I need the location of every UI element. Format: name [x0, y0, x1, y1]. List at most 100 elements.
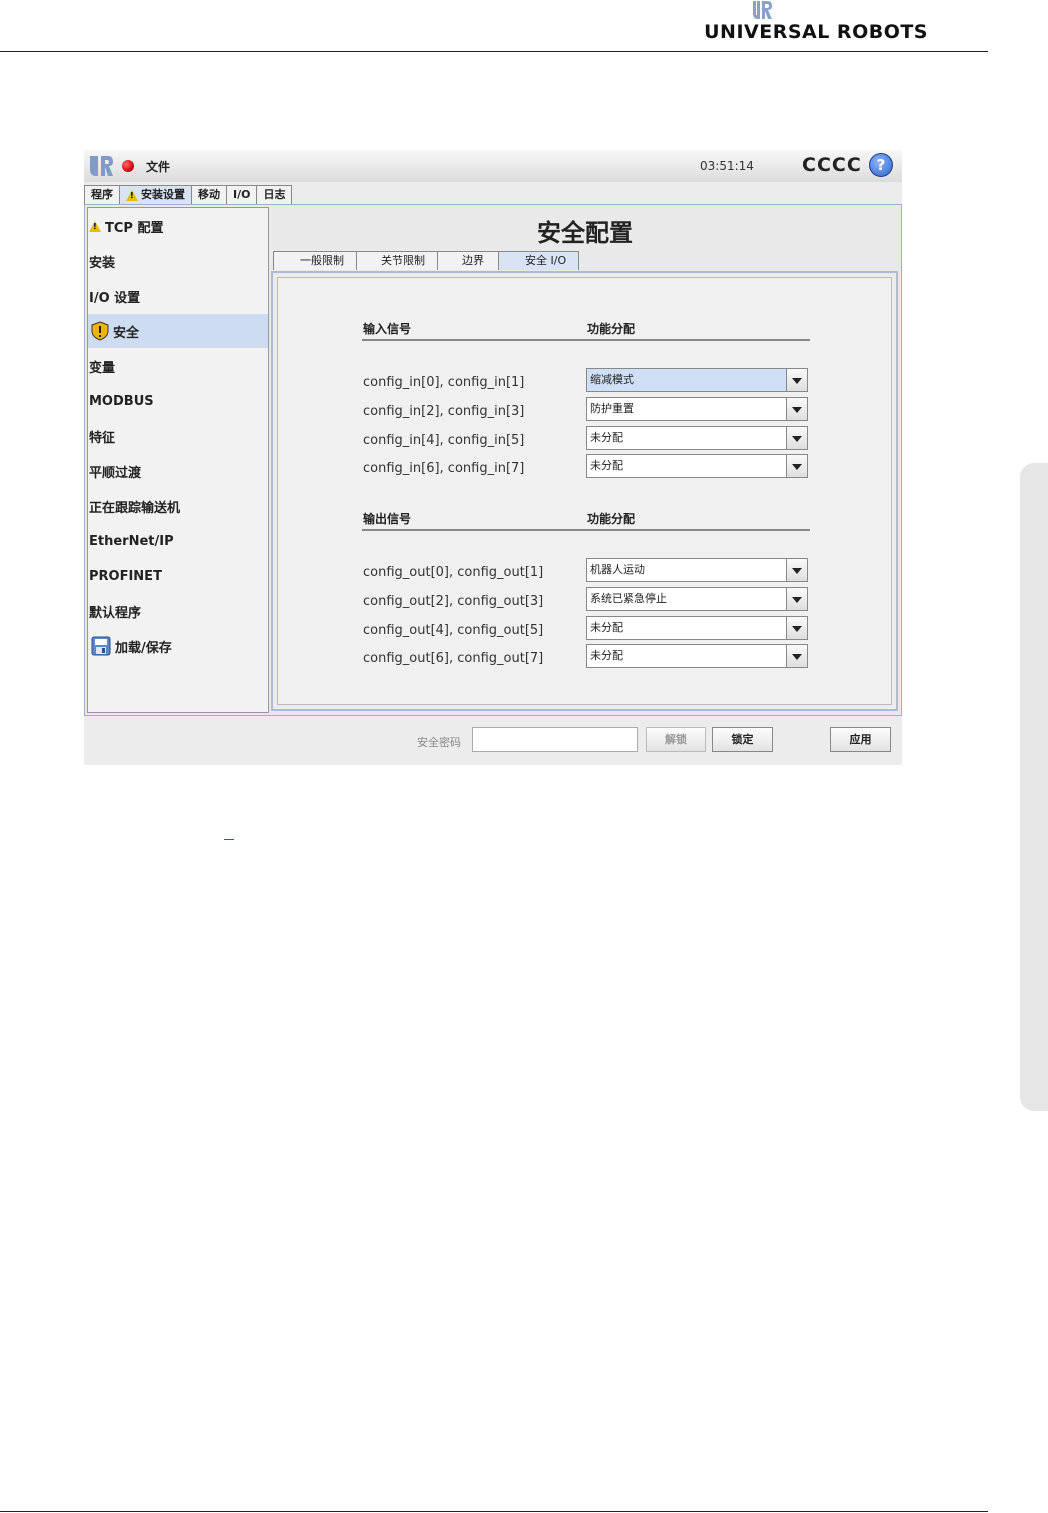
unlock-button[interactable]: 解锁 [646, 727, 706, 752]
chevron-down-icon[interactable] [786, 559, 807, 581]
sidebar-item-modbus[interactable]: MODBUS [88, 384, 268, 418]
input-function-select[interactable]: 防护重置 [586, 397, 808, 421]
output-function-header: 功能分配 [587, 512, 636, 526]
tab-io[interactable]: I/O [226, 185, 258, 204]
output-function-select[interactable]: 未分配 [586, 644, 808, 668]
tab-program[interactable]: 程序 [84, 185, 120, 204]
lock-button[interactable]: 锁定 [712, 727, 773, 752]
select-value: 防护重置 [590, 402, 634, 415]
tab-safety-io[interactable]: 安全 I/O [498, 251, 580, 270]
output-function-select[interactable]: 系统已紧急停止 [586, 587, 808, 611]
chevron-down-icon[interactable] [786, 369, 807, 391]
output-signal-header: 输出信号 [363, 512, 412, 526]
safety-password-label: 安全密码 [417, 736, 461, 749]
sidebar-item-label: MODBUS [89, 393, 154, 409]
chevron-down-icon[interactable] [786, 427, 807, 449]
tab-label: I/O [233, 188, 251, 201]
tab-label: 日志 [263, 188, 286, 201]
select-value: 缩减模式 [590, 373, 634, 386]
installation-body: TCP 配置 安装 I/O 设置 安全 变量 MODBUS 特征 平顺过渡 正在… [84, 204, 902, 716]
input-function-select[interactable]: 未分配 [586, 454, 808, 478]
clock: 03:51:14 [700, 159, 754, 173]
tab-log[interactable]: 日志 [256, 185, 293, 204]
sidebar-item-mounting[interactable]: 安装 [88, 244, 268, 278]
safety-io-panel: 输入信号 功能分配 config_in[0], config_in[1] 缩减模… [271, 271, 898, 711]
sidebar-item-safety[interactable]: 安全 [88, 314, 268, 348]
safety-io-panel-inner: 输入信号 功能分配 config_in[0], config_in[1] 缩减模… [277, 277, 892, 705]
chevron-down-icon[interactable] [786, 645, 807, 667]
shield-icon [91, 321, 109, 341]
input-signal-label: config_in[0], config_in[1] [363, 375, 525, 390]
warning-icon [126, 189, 138, 201]
tab-label: 移动 [198, 188, 220, 201]
input-signal-label: config_in[4], config_in[5] [363, 433, 525, 448]
sidebar-item-variables[interactable]: 变量 [88, 349, 268, 383]
sidebar-item-ethernet-ip[interactable]: EtherNet/IP [88, 524, 268, 558]
file-menu[interactable]: 文件 [146, 158, 170, 175]
safety-password-input[interactable] [472, 727, 638, 752]
input-function-select[interactable]: 未分配 [586, 426, 808, 450]
title-bar: 文件 03:51:14 CCCC ? [84, 150, 902, 182]
sidebar-item-label: EtherNet/IP [89, 533, 174, 549]
robot-name: CCCC [802, 154, 862, 176]
sidebar-item-profinet[interactable]: PROFINET [88, 559, 268, 593]
input-header-rule [362, 339, 810, 341]
sidebar-item-label: 加载/保存 [115, 640, 172, 656]
sidebar-item-load-save[interactable]: 加载/保存 [88, 629, 268, 663]
input-function-select[interactable]: 缩减模式 [586, 368, 808, 392]
chevron-down-icon[interactable] [786, 398, 807, 420]
sidebar-item-label: 默认程序 [89, 605, 142, 621]
help-icon[interactable]: ? [869, 153, 893, 177]
ur-logo-icon [753, 1, 772, 19]
save-icon [91, 636, 111, 656]
sidebar-item-features[interactable]: 特征 [88, 419, 268, 453]
select-value: 未分配 [590, 431, 623, 444]
sidebar-item-tcp[interactable]: TCP 配置 [88, 209, 268, 243]
output-signal-label: config_out[6], config_out[7] [363, 651, 544, 666]
chevron-down-icon[interactable] [786, 455, 807, 477]
output-function-select[interactable]: 未分配 [586, 616, 808, 640]
sidebar-item-io-setup[interactable]: I/O 设置 [88, 279, 268, 313]
sidebar-item-label: 正在跟踪输送机 [89, 500, 181, 516]
select-value: 未分配 [590, 649, 623, 662]
input-signal-label: config_in[2], config_in[3] [363, 404, 525, 419]
output-signal-label: config_out[4], config_out[5] [363, 623, 544, 638]
apply-button[interactable]: 应用 [830, 727, 891, 752]
output-function-select[interactable]: 机器人运动 [586, 558, 808, 582]
chevron-down-icon[interactable] [786, 617, 807, 639]
sidebar-item-smooth-transition[interactable]: 平顺过渡 [88, 454, 268, 488]
sidebar-item-conveyor-tracking[interactable]: 正在跟踪输送机 [88, 489, 268, 523]
tab-joint-limits[interactable]: 关节限制 [356, 251, 438, 270]
sidebar-item-label: 特征 [89, 430, 116, 446]
sidebar-item-label: 安装 [89, 255, 116, 271]
document-footer-rule [0, 1511, 988, 1512]
select-value: 机器人运动 [590, 563, 645, 576]
select-value: 未分配 [590, 621, 623, 634]
main-tabs: 程序 安装设置 移动 I/O 日志 [84, 185, 293, 205]
tab-label: 程序 [91, 188, 113, 201]
document-header: UNIVERSAL ROBOTS [0, 0, 988, 52]
ur-logo-icon [90, 156, 113, 176]
brand-name: UNIVERSAL ROBOTS [704, 21, 928, 43]
input-signal-label: config_in[6], config_in[7] [363, 461, 525, 476]
installation-sidebar: TCP 配置 安装 I/O 设置 安全 变量 MODBUS 特征 平顺过渡 正在… [87, 207, 269, 713]
sidebar-item-default-program[interactable]: 默认程序 [88, 594, 268, 628]
chevron-down-icon[interactable] [786, 588, 807, 610]
page-side-tab [1020, 463, 1048, 1111]
select-value: 系统已紧急停止 [590, 592, 667, 605]
tab-boundaries[interactable]: 边界 [437, 251, 499, 270]
sidebar-item-label: I/O 设置 [89, 290, 141, 306]
tab-installation[interactable]: 安装设置 [119, 185, 192, 204]
page-title: 安全配置 [537, 219, 633, 247]
sidebar-item-label: 安全 [113, 325, 140, 341]
polyscope-window: 文件 03:51:14 CCCC ? 程序 安装设置 移动 I/O 日志 TCP… [84, 150, 902, 765]
input-signal-header: 输入信号 [363, 322, 412, 336]
output-header-rule [362, 529, 810, 531]
sidebar-item-label: PROFINET [89, 568, 162, 584]
tab-move[interactable]: 移动 [191, 185, 227, 204]
footnote-link[interactable] [224, 829, 234, 840]
sidebar-item-label: TCP 配置 [105, 220, 164, 236]
tab-general-limits[interactable]: 一般限制 [273, 251, 357, 270]
bottom-bar: 安全密码 解锁 锁定 应用 [84, 716, 902, 765]
status-indicator-icon [122, 160, 134, 172]
